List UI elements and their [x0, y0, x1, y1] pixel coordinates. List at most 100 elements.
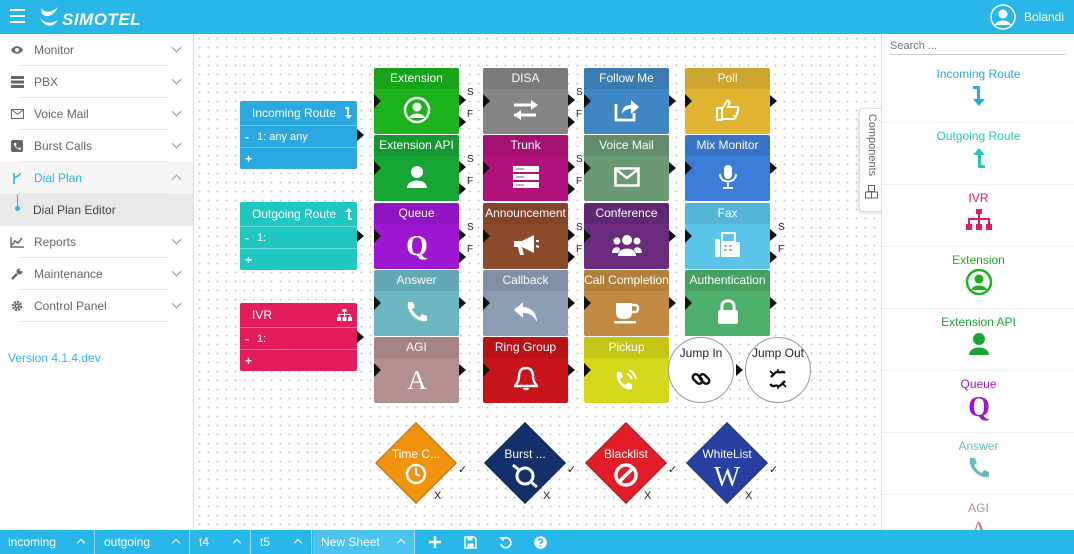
chevron-up-icon[interactable] [396, 538, 406, 548]
input-connector[interactable] [584, 363, 591, 377]
agi-block[interactable]: AGI A [374, 337, 459, 403]
route-row[interactable]: -1: [240, 226, 357, 248]
sidebar-item-burst-calls[interactable]: Burst Calls [0, 130, 193, 162]
ring-group-block[interactable]: Ring Group [483, 337, 568, 403]
route-row[interactable]: -1: [240, 327, 357, 349]
sidebar-item-voice-mail[interactable]: Voice Mail [0, 98, 193, 130]
undo-icon[interactable] [498, 535, 512, 549]
sidebar-item-dial-plan[interactable]: Dial Plan [0, 162, 193, 194]
follow-me-block[interactable]: Follow Me [584, 68, 669, 134]
input-connector[interactable] [685, 296, 692, 310]
outgoing-route-block[interactable]: Outgoing Route -1: + [240, 202, 364, 270]
success-connector[interactable] [568, 229, 575, 241]
component-outgoing-route[interactable]: Outgoing Route [882, 123, 1074, 185]
output-connector[interactable] [669, 95, 676, 107]
output-connector[interactable] [669, 230, 676, 242]
sidebar-item-monitor[interactable]: Monitor [0, 34, 193, 66]
sheet-tab-t5[interactable]: t5 [252, 530, 312, 554]
chevron-up-icon[interactable] [76, 538, 86, 548]
voice-mail-block[interactable]: Voice Mail [584, 135, 669, 201]
success-connector[interactable] [568, 161, 575, 173]
fail-connector[interactable] [459, 183, 466, 195]
add-row-button[interactable]: + [245, 152, 252, 166]
user-menu[interactable]: Bolandi [990, 4, 1064, 30]
component-incoming-route[interactable]: Incoming Route [882, 61, 1074, 123]
ivr-block[interactable]: IVR -1: + [240, 303, 364, 371]
fail-connector[interactable] [568, 116, 575, 128]
output-connector[interactable] [357, 230, 364, 242]
menu-icon[interactable] [10, 9, 25, 24]
output-connector[interactable] [459, 364, 466, 376]
fail-connector[interactable] [568, 183, 575, 195]
callback-block[interactable]: Callback [483, 270, 568, 336]
success-connector[interactable] [770, 229, 777, 241]
extension-block[interactable]: Extension [374, 68, 459, 134]
output-connector[interactable] [357, 129, 364, 141]
sidebar-subitem-dial-plan-editor[interactable]: Dial Plan Editor [0, 194, 193, 226]
input-connector[interactable] [584, 161, 591, 175]
disa-block[interactable]: DISA [483, 68, 568, 134]
component-extension-api[interactable]: Extension API [882, 309, 1074, 371]
fail-connector[interactable] [568, 251, 575, 263]
fail-connector[interactable] [459, 251, 466, 263]
save-icon[interactable] [463, 535, 477, 549]
trunk-block[interactable]: Trunk [483, 135, 568, 201]
remove-row-button[interactable]: - [245, 332, 249, 346]
poll-block[interactable]: Poll [685, 68, 770, 134]
input-connector[interactable] [584, 229, 591, 243]
chevron-up-icon[interactable] [293, 538, 303, 548]
chevron-up-icon[interactable] [171, 538, 181, 548]
add-row-button[interactable]: + [245, 253, 252, 267]
incoming-route-block[interactable]: Incoming Route -1: any any + [240, 101, 364, 169]
sidebar-item-pbx[interactable]: PBX [0, 66, 193, 98]
input-connector[interactable] [483, 161, 490, 175]
input-connector[interactable] [483, 229, 490, 243]
time-c-block[interactable]: Time C... [374, 421, 458, 505]
sheet-tab-outgoing[interactable]: outgoing [96, 530, 190, 554]
component-extension[interactable]: Extension [882, 247, 1074, 309]
fax-block[interactable]: Fax [685, 203, 770, 269]
input-connector[interactable] [374, 94, 381, 108]
authentication-block[interactable]: Authentication [685, 270, 770, 336]
input-connector[interactable] [685, 94, 692, 108]
input-connector[interactable] [483, 94, 490, 108]
answer-block[interactable]: Answer [374, 270, 459, 336]
chevron-up-icon[interactable] [232, 538, 242, 548]
output-connector[interactable] [770, 162, 777, 174]
input-connector[interactable] [374, 229, 381, 243]
success-connector[interactable] [459, 94, 466, 106]
output-connector[interactable] [770, 95, 777, 107]
success-connector[interactable] [459, 161, 466, 173]
fail-connector[interactable] [459, 116, 466, 128]
sheet-tab-t4[interactable]: t4 [191, 530, 251, 554]
input-connector[interactable] [483, 363, 490, 377]
whitelistblock[interactable]: WhiteList W [685, 421, 769, 505]
sheet-tab-new-sheet[interactable]: New Sheet [313, 530, 415, 554]
extension-api-block[interactable]: Extension API [374, 135, 459, 201]
jump-out-block[interactable]: Jump Out [745, 337, 811, 403]
component-agi[interactable]: AGI A [882, 495, 1074, 530]
output-connector[interactable] [357, 331, 364, 343]
input-connector[interactable] [584, 296, 591, 310]
sidebar-item-reports[interactable]: Reports [0, 226, 193, 258]
output-connector[interactable] [770, 297, 777, 309]
call-completion-block[interactable]: Call Completion [584, 270, 669, 336]
input-connector[interactable] [374, 296, 381, 310]
success-connector[interactable] [568, 94, 575, 106]
add-sheet-icon[interactable] [428, 535, 442, 549]
output-connector[interactable] [669, 162, 676, 174]
input-connector[interactable] [685, 229, 692, 243]
sidebar-item-control-panel[interactable]: Control Panel [0, 290, 193, 322]
input-connector[interactable] [685, 161, 692, 175]
pickup-block[interactable]: Pickup [584, 337, 669, 403]
jump-in-block[interactable]: Jump In [668, 337, 734, 403]
input-connector[interactable] [374, 363, 381, 377]
queue-block[interactable]: Queue Q [374, 203, 459, 269]
output-connector[interactable] [568, 364, 575, 376]
help-icon[interactable] [533, 535, 547, 549]
component-queue[interactable]: Queue Q [882, 371, 1074, 433]
component-answer[interactable]: Answer [882, 433, 1074, 495]
component-ivr[interactable]: IVR [882, 185, 1074, 247]
route-row[interactable]: -1: any any [240, 125, 357, 147]
sheet-tab-incoming[interactable]: incoming [0, 530, 95, 554]
